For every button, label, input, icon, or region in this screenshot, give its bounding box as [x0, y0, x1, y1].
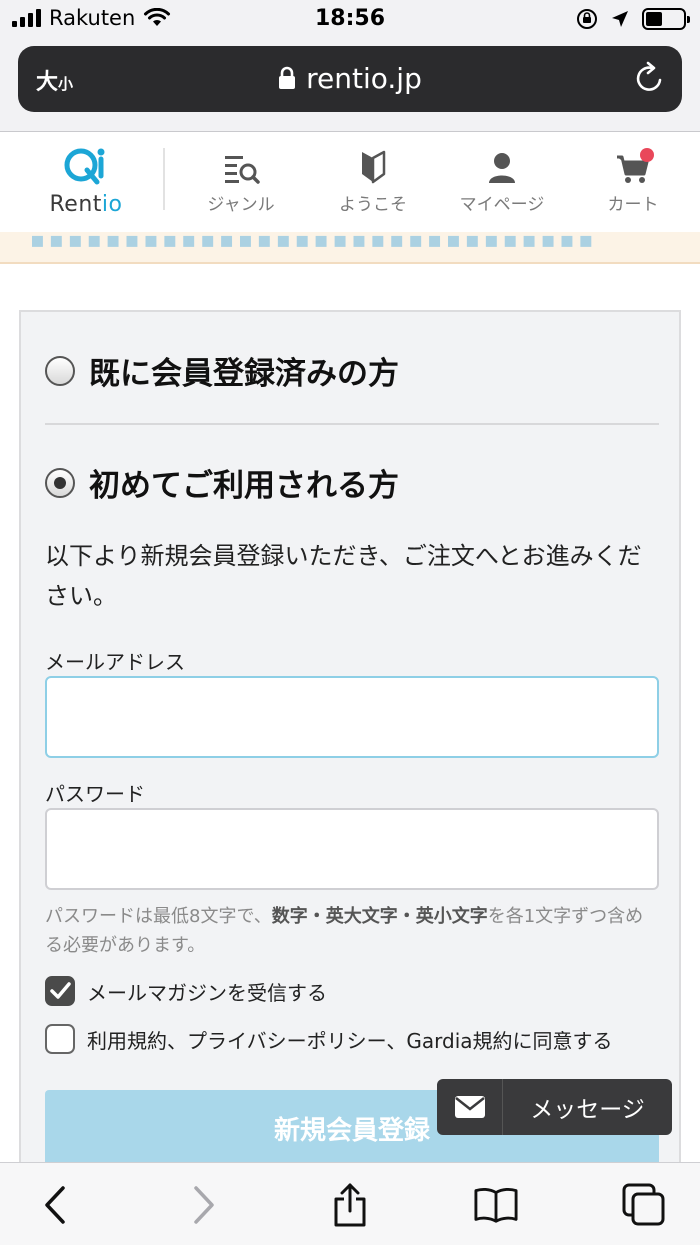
new-member-radio[interactable] [45, 467, 75, 498]
nav-genre[interactable]: ジャンル [186, 148, 296, 215]
existing-member-radio[interactable] [45, 355, 75, 386]
existing-member-option[interactable]: 既に会員登録済みの方 [45, 348, 399, 393]
url-text: rentio.jp [306, 62, 422, 95]
beginner-mark-icon [362, 150, 386, 184]
tabs-icon [622, 1183, 665, 1226]
reload-icon[interactable] [632, 60, 666, 96]
bookmarks-button[interactable] [474, 1183, 518, 1227]
tabs-button[interactable] [622, 1183, 666, 1227]
screen: Rakuten 18:56 大小 rentio.jp Rentio ジャンル よ… [0, 0, 700, 1245]
terms-checkbox[interactable] [45, 1024, 75, 1054]
envelope-icon [454, 1096, 485, 1118]
nav-welcome[interactable]: ようこそ [318, 148, 428, 215]
intro-text: 以下より新規会員登録いただき、ご注文へとお進みください。 [45, 542, 642, 610]
bookmarks-icon [474, 1187, 518, 1223]
forward-button[interactable] [182, 1183, 226, 1227]
browser-address-bar: 大小 rentio.jp [0, 40, 700, 132]
terms-option[interactable]: 利用規約、プライバシーポリシー、Gardia規約に同意する [45, 1024, 613, 1054]
orientation-lock-icon [577, 9, 597, 29]
share-button[interactable] [328, 1183, 372, 1227]
browser-toolbar [0, 1162, 700, 1245]
rentio-logo[interactable]: Rentio [38, 146, 134, 217]
site-header: Rentio ジャンル ようこそ マイページ カート [0, 132, 700, 232]
new-member-option[interactable]: 初めてご利用される方 [45, 460, 399, 505]
location-arrow-icon [612, 11, 628, 27]
password-label: パスワード [45, 782, 145, 806]
share-icon [334, 1183, 366, 1227]
nav-mypage[interactable]: マイページ [447, 148, 557, 215]
password-field[interactable] [45, 808, 659, 890]
rentio-logo-mark [64, 148, 105, 185]
notice-banner: ▪▪▪▪▪▪▪▪▪▪▪▪▪▪▪▪▪▪▪▪▪▪▪▪▪▪▪▪▪▪ [0, 232, 700, 264]
email-label: メールアドレス [45, 650, 185, 674]
password-hint: パスワードは最低8文字で、数字・英大文字・英小文字を各1文字ずつ含める必要があり… [45, 906, 644, 956]
email-field[interactable] [45, 676, 659, 758]
login-panel: 既に会員登録済みの方 初めてご利用される方 以下より新規会員登録いただき、ご注文… [19, 310, 681, 1210]
divider [45, 423, 659, 425]
newsletter-checkbox[interactable] [45, 976, 75, 1006]
battery-icon [642, 8, 690, 30]
person-icon [489, 153, 515, 183]
cart-badge [640, 148, 654, 162]
lock-icon [279, 66, 296, 89]
genre-search-icon [225, 156, 260, 184]
forward-icon [194, 1186, 214, 1224]
back-button[interactable] [33, 1183, 77, 1227]
checkmark-icon [50, 982, 71, 999]
message-button[interactable]: メッセージ [437, 1079, 672, 1135]
status-bar: Rakuten 18:56 [0, 0, 700, 40]
back-icon [45, 1186, 65, 1224]
newsletter-option[interactable]: メールマガジンを受信する [45, 976, 327, 1006]
nav-cart[interactable]: カート [578, 148, 688, 215]
header-divider [163, 148, 165, 210]
url-field[interactable]: 大小 rentio.jp [18, 46, 682, 112]
